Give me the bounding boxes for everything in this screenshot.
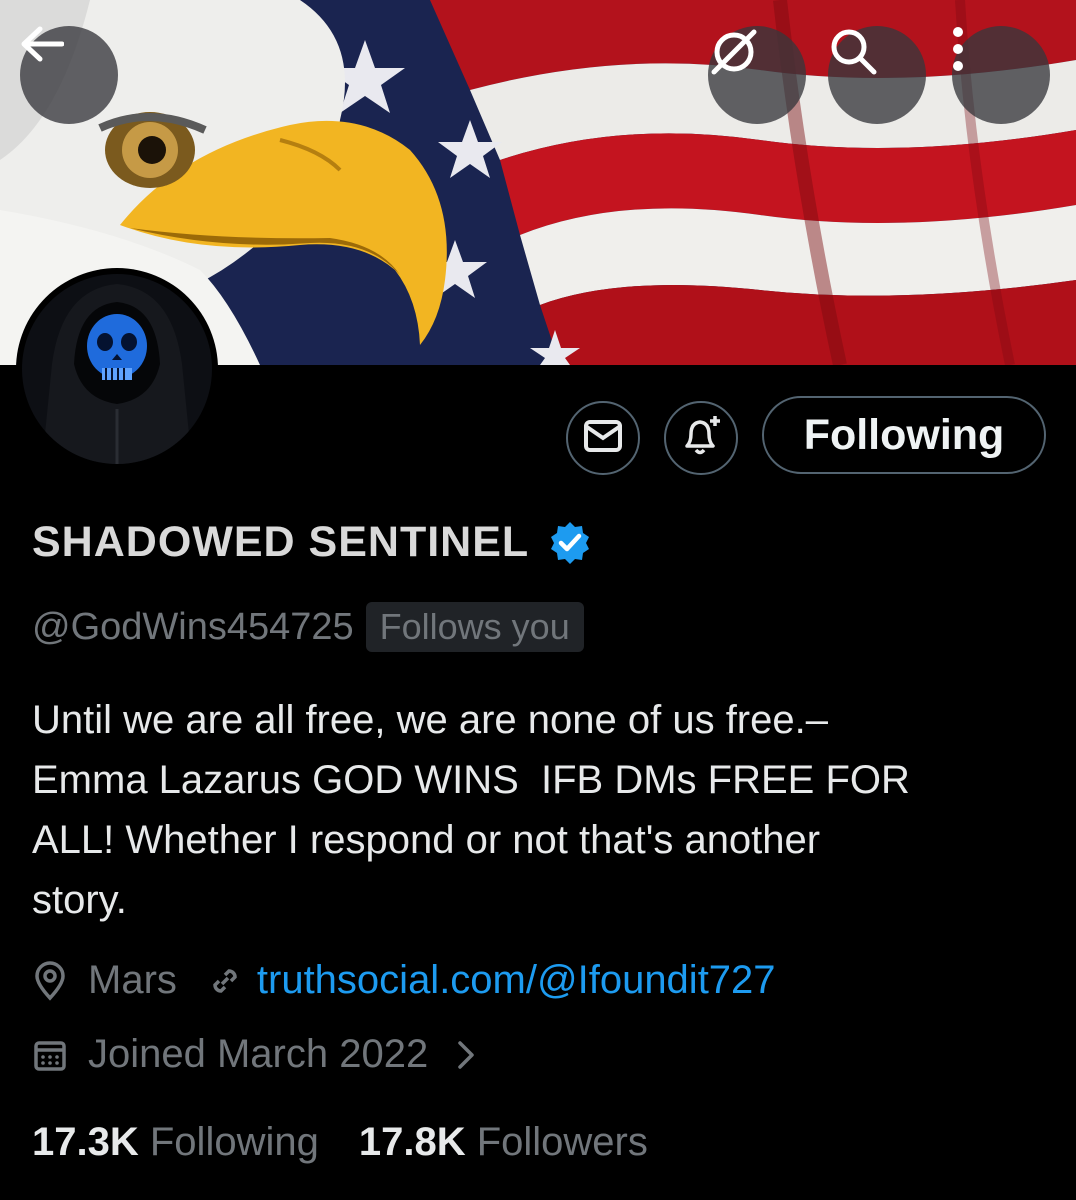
avatar[interactable] bbox=[22, 274, 212, 464]
chevron-right-icon bbox=[456, 1039, 476, 1071]
location-website-row: Mars truthsocial.com/@Ifoundit727 bbox=[32, 958, 776, 1003]
bio-line: ALL! Whether I respond or not that's ano… bbox=[32, 818, 821, 862]
more-button[interactable] bbox=[952, 26, 1050, 124]
location: Mars bbox=[88, 958, 177, 1002]
location-pin-icon bbox=[32, 960, 68, 1001]
avatar-image bbox=[22, 274, 212, 464]
display-name: SHADOWED SENTINEL bbox=[32, 518, 530, 566]
joined-row[interactable]: Joined March 2022 bbox=[32, 1032, 476, 1077]
link-icon bbox=[207, 963, 243, 999]
calendar-icon bbox=[32, 1037, 68, 1073]
bell-plus-icon bbox=[679, 414, 723, 462]
followers-count: 17.8K bbox=[358, 1120, 466, 1164]
name-row: SHADOWED SENTINEL bbox=[32, 518, 593, 567]
grok-button[interactable] bbox=[708, 26, 806, 124]
notify-button[interactable] bbox=[664, 401, 738, 475]
bio-line: Until we are all free, we are none of us… bbox=[32, 698, 828, 742]
following-count: 17.3K bbox=[32, 1120, 139, 1164]
bio: Until we are all free, we are none of us… bbox=[32, 690, 1032, 930]
envelope-icon bbox=[583, 419, 623, 457]
followers-label: Followers bbox=[476, 1120, 648, 1164]
website-link[interactable]: truthsocial.com/@Ifoundit727 bbox=[257, 958, 776, 1003]
handle-row: @GodWins454725 Follows you bbox=[32, 602, 584, 652]
joined-date: Joined March 2022 bbox=[88, 1032, 429, 1076]
follows-you-badge: Follows you bbox=[365, 602, 584, 652]
followers-stat[interactable]: 17.8K Followers bbox=[359, 1120, 648, 1165]
bio-line: story. bbox=[32, 878, 127, 922]
follow-stats: 17.3K Following 17.8K Followers bbox=[32, 1120, 648, 1165]
bio-line: Emma Lazarus GOD WINS IFB DMs FREE FOR bbox=[32, 758, 910, 802]
search-button[interactable] bbox=[828, 26, 926, 124]
handle: @GodWins454725 bbox=[32, 605, 354, 648]
back-button[interactable] bbox=[20, 26, 118, 124]
following-stat[interactable]: 17.3K Following bbox=[32, 1120, 319, 1165]
message-button[interactable] bbox=[566, 401, 640, 475]
following-label: Following bbox=[149, 1120, 319, 1164]
verified-badge-icon bbox=[547, 520, 593, 566]
following-button[interactable]: Following bbox=[762, 396, 1046, 474]
